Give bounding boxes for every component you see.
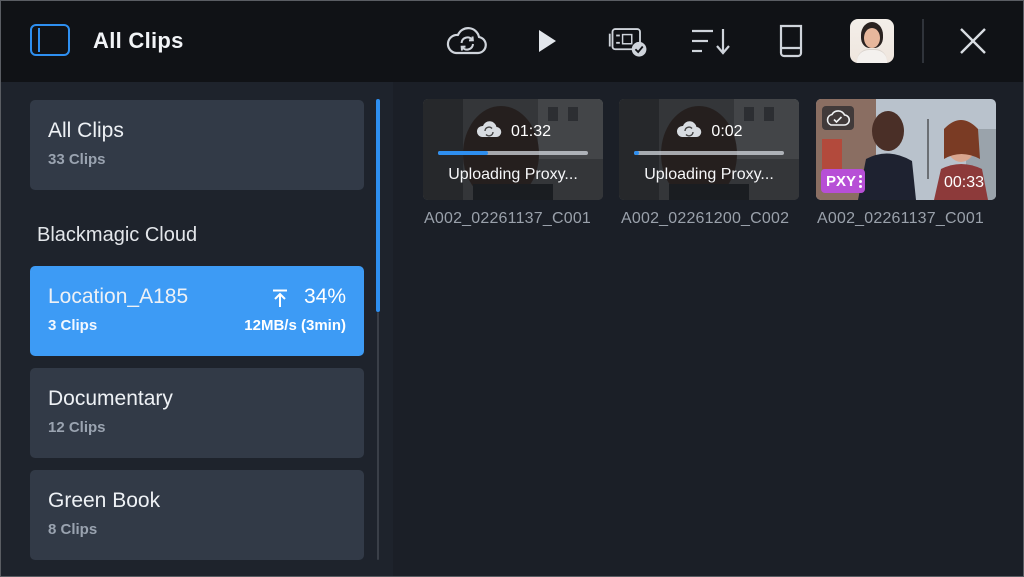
- cloud-sync-icon: [675, 119, 703, 144]
- sidebar-item-label: Green Book: [48, 489, 161, 512]
- clip-time: 01:32: [510, 122, 552, 140]
- clip-status: 01:32: [423, 119, 603, 144]
- clip-time: 0:02: [711, 122, 743, 140]
- sidebar-item-count: 33 Clips: [48, 151, 106, 168]
- upload-percent: 34%: [303, 285, 346, 308]
- clip-name: A002_02261200_C002: [621, 210, 790, 227]
- clip-name: A002_02261137_C001: [817, 210, 985, 227]
- top-bar: All Clips: [1, 1, 1023, 82]
- cloud-check-icon: [822, 106, 854, 130]
- sidebar-toggle-icon[interactable]: [30, 24, 70, 56]
- clip-name: A002_02261137_C001: [424, 210, 592, 227]
- clip-thumbnail[interactable]: 01:32 Uploading Proxy...: [423, 99, 603, 200]
- upload-speed: 12MB/s (3min): [244, 317, 346, 334]
- clips-check-icon[interactable]: [607, 21, 651, 61]
- scrollbar-thumb[interactable]: [376, 99, 380, 312]
- play-icon[interactable]: [525, 21, 569, 61]
- upload-status-label: Uploading Proxy...: [448, 166, 578, 183]
- upload-progress-fill: [634, 151, 639, 155]
- upload-arrow-icon: [270, 288, 290, 313]
- clip-status: 0:02: [619, 119, 799, 144]
- sidebar-item-count: 12 Clips: [48, 419, 106, 436]
- section-heading: Blackmagic Cloud: [37, 224, 198, 246]
- upload-progress-fill: [438, 151, 488, 155]
- storage-drive-icon[interactable]: [769, 21, 813, 61]
- upload-progress-bar: [634, 151, 784, 155]
- scrollbar-track[interactable]: [377, 312, 379, 560]
- sidebar-item-documentary[interactable]: Documentary 12 Clips: [30, 368, 364, 458]
- sidebar-item-count: 3 Clips: [48, 317, 98, 334]
- sort-icon[interactable]: [689, 21, 733, 61]
- clip-thumbnail[interactable]: 0:02 Uploading Proxy...: [619, 99, 799, 200]
- avatar[interactable]: [850, 19, 894, 63]
- cloud-sync-icon: [475, 119, 503, 144]
- page-title: All Clips: [93, 28, 184, 53]
- clip-thumbnail[interactable]: PXY 00:33: [816, 99, 996, 200]
- sidebar-item-label: Location_A185: [48, 285, 189, 308]
- clip-duration: 00:33: [943, 174, 984, 191]
- sidebar-item-count: 8 Clips: [48, 521, 98, 538]
- header-divider: [922, 19, 924, 63]
- sidebar-item-all-clips[interactable]: All Clips 33 Clips: [30, 100, 364, 190]
- sidebar-item-label: Documentary: [48, 387, 173, 410]
- upload-progress-bar: [438, 151, 588, 155]
- sidebar-item-location-a185[interactable]: Location_A185 34% 3 Clips 12MB/s (3min): [30, 266, 364, 356]
- sidebar-item-label: All Clips: [48, 119, 124, 142]
- close-icon[interactable]: [951, 21, 995, 61]
- proxy-badge-label: PXY: [826, 172, 857, 190]
- proxy-badge[interactable]: PXY: [821, 169, 866, 193]
- upload-status-label: Uploading Proxy...: [644, 166, 774, 183]
- cloud-sync-icon[interactable]: [445, 21, 489, 61]
- sidebar: All Clips 33 Clips Blackmagic Cloud Loca…: [1, 82, 393, 576]
- sidebar-item-green-book[interactable]: Green Book 8 Clips: [30, 470, 364, 560]
- more-icon: [859, 174, 863, 188]
- app-window: All Clips All Clips 33 Clips Blackmagic …: [0, 0, 1024, 577]
